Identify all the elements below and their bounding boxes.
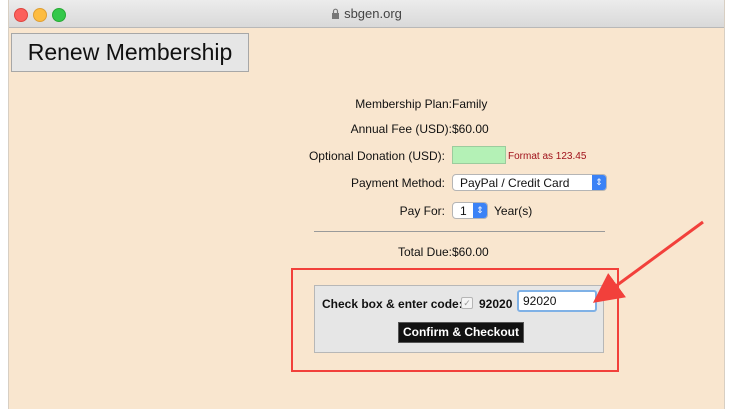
arrow-annotation: [592, 220, 704, 303]
browser-window: sbgen.org Renew Membership Membership Pl…: [8, 0, 725, 409]
